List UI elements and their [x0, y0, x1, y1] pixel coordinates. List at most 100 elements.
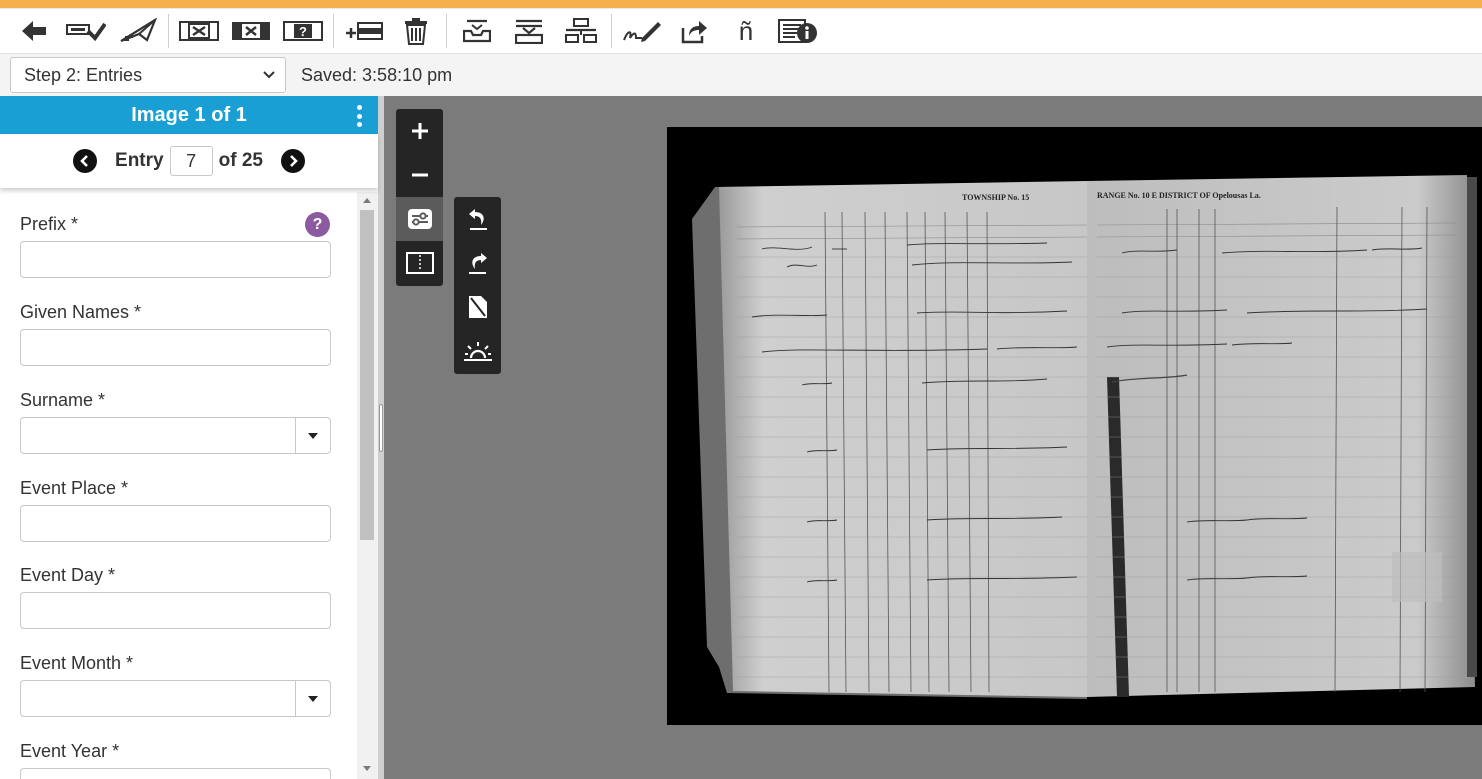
event-day-input[interactable]	[20, 592, 331, 629]
adjust-sliders-icon	[407, 209, 432, 229]
caret-down-icon	[308, 432, 318, 439]
event-day-field-group: Event Day *	[20, 565, 331, 629]
entry-sidebar: Image 1 of 1 Entry 7 of 25 Prefix * ? Gi…	[0, 96, 378, 779]
step-select[interactable]: Step 2: Entries	[10, 57, 286, 93]
split-icon	[565, 18, 597, 43]
event-month-input[interactable]	[20, 680, 331, 717]
caret-down-icon	[308, 695, 318, 702]
back-button[interactable]	[8, 11, 60, 51]
toolbar-separator	[611, 14, 612, 48]
event-place-label: Event Place *	[20, 478, 129, 498]
download-icon	[515, 19, 543, 44]
brightness-button[interactable]	[454, 329, 501, 373]
split-view-icon	[405, 252, 434, 274]
event-year-label: Event Year *	[20, 741, 120, 761]
saved-status: Saved: 3:58:10 pm	[301, 64, 453, 85]
splitter-handle[interactable]	[379, 404, 383, 452]
chevron-right-icon	[290, 155, 298, 167]
main-toolbar: ? ñ	[0, 9, 1482, 54]
mark-blank-button[interactable]	[173, 11, 225, 51]
brightness-icon	[463, 342, 492, 361]
next-entry-button[interactable]	[280, 149, 305, 173]
previous-entry-button[interactable]	[73, 149, 98, 173]
given-names-field-group: Given Names *	[20, 302, 331, 366]
toolbar-separator	[446, 14, 447, 48]
mark-questionable-button[interactable]: ?	[277, 11, 329, 51]
svg-text:?: ?	[299, 24, 307, 39]
share-button[interactable]	[668, 11, 720, 51]
zoom-out-button[interactable]	[396, 153, 443, 197]
prefix-label: Prefix *	[20, 214, 79, 234]
add-record-icon	[346, 22, 383, 40]
given-names-label: Given Names *	[20, 302, 142, 322]
rotate-left-button[interactable]	[454, 197, 501, 241]
submit-check-icon	[66, 22, 106, 42]
signature-icon	[623, 22, 661, 42]
special-character-icon: ñ	[738, 15, 754, 46]
step-select-value: Step 2: Entries	[24, 64, 143, 85]
field-info-button[interactable]	[772, 11, 824, 51]
mark-unreadable-button[interactable]	[225, 11, 277, 51]
inbox-icon	[463, 19, 491, 43]
inbox-button[interactable]	[451, 11, 503, 51]
scroll-down-arrow-icon[interactable]	[363, 766, 371, 771]
ledger-page-image: TOWNSHIP No. 15 RANGE No. 10 E DISTRICT …	[667, 127, 1482, 725]
split-view-button[interactable]	[396, 241, 443, 285]
zoom-in-icon	[411, 123, 428, 139]
given-names-input[interactable]	[20, 329, 331, 366]
event-year-field-group: Event Year *	[20, 741, 331, 779]
delete-record-icon	[405, 18, 427, 45]
field-info-icon	[778, 19, 817, 43]
split-button[interactable]	[555, 11, 607, 51]
chevron-left-icon	[80, 155, 88, 167]
scroll-up-arrow-icon[interactable]	[363, 198, 371, 203]
event-month-field-group: Event Month *	[20, 653, 331, 717]
add-record-button[interactable]	[338, 11, 390, 51]
event-day-label: Event Day *	[20, 565, 116, 585]
unreadable-record-icon	[232, 22, 270, 40]
surname-field-group: Surname *	[20, 390, 331, 454]
form-scrollbar[interactable]	[357, 192, 378, 779]
rotate-right-button[interactable]	[454, 241, 501, 285]
image-menu-icon[interactable]	[356, 105, 362, 127]
invert-button[interactable]	[454, 285, 501, 329]
prefix-input[interactable]	[20, 241, 331, 278]
delete-record-button[interactable]	[390, 11, 442, 51]
back-arrow-icon	[22, 21, 46, 41]
blank-record-icon	[179, 21, 219, 41]
surname-label: Surname *	[20, 390, 106, 410]
entry-total: of 25	[218, 150, 263, 171]
image-title: Image 1 of 1	[131, 103, 247, 126]
invert-icon	[468, 296, 487, 318]
record-range-heading: RANGE No. 10 E DISTRICT OF Opelousas La.	[1097, 191, 1261, 200]
event-place-input[interactable]	[20, 505, 331, 542]
scroll-thumb[interactable]	[360, 210, 374, 540]
special-character-button[interactable]: ñ	[720, 11, 772, 51]
download-button[interactable]	[503, 11, 555, 51]
zoom-toolbar	[396, 109, 443, 286]
image-viewer: TOWNSHIP No. 15 RANGE No. 10 E DISTRICT …	[384, 96, 1482, 779]
help-icon[interactable]: ?	[305, 212, 330, 237]
signature-button[interactable]	[616, 11, 668, 51]
image-adjust-button[interactable]	[396, 197, 443, 241]
share-icon	[681, 21, 707, 44]
send-button[interactable]	[112, 11, 164, 51]
app-window: ? ñ Step 2: Entries Saved: 3:58:10 pm Im…	[0, 0, 1482, 779]
event-month-dropdown-button[interactable]	[295, 681, 330, 716]
entry-number-input[interactable]: 7	[169, 146, 213, 176]
send-plane-icon	[120, 18, 157, 43]
surname-dropdown-button[interactable]	[295, 418, 330, 453]
zoom-in-button[interactable]	[396, 109, 443, 153]
surname-input[interactable]	[20, 417, 331, 454]
submit-button[interactable]	[60, 11, 112, 51]
rotate-right-icon	[468, 253, 487, 274]
event-place-field-group: Event Place *	[20, 478, 331, 542]
event-year-input[interactable]	[20, 768, 331, 779]
record-image[interactable]: TOWNSHIP No. 15 RANGE No. 10 E DISTRICT …	[667, 127, 1482, 725]
rotate-left-icon	[468, 209, 487, 230]
entry-form: Prefix * ? Given Names * Surname * Event…	[0, 188, 357, 779]
image-header: Image 1 of 1	[0, 96, 378, 134]
top-accent-bar	[0, 0, 1482, 9]
questionable-record-icon: ?	[283, 21, 323, 41]
toolbar-separator	[168, 14, 169, 48]
